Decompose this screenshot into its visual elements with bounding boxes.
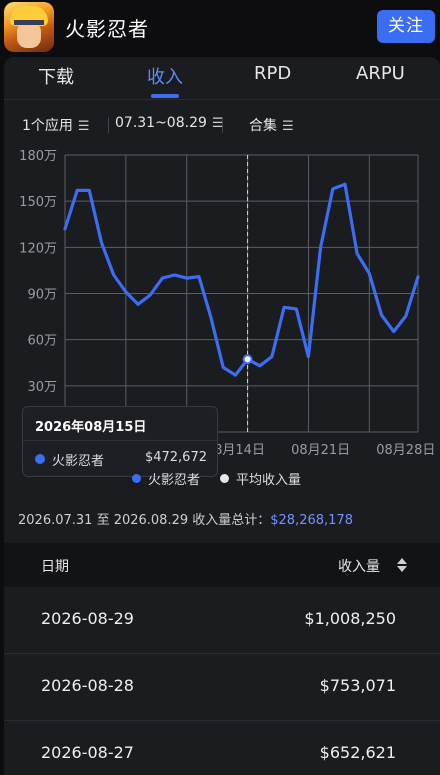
chart-tooltip: 2026年08月15日 火影忍者 $472,672 bbox=[22, 406, 218, 477]
table-row[interactable]: 2026-08-28 $753,071 bbox=[4, 654, 440, 721]
column-header-revenue[interactable]: 收入量 bbox=[338, 556, 380, 576]
tooltip-series-name: 火影忍者 bbox=[52, 454, 105, 469]
y-tick-label: 30万 bbox=[27, 380, 57, 395]
tooltip-series-dot bbox=[35, 454, 45, 464]
group-label: 合集 bbox=[249, 118, 277, 134]
x-tick-label: 08月21日 bbox=[291, 443, 350, 458]
table-row[interactable]: 2026-08-29 $1,008,250 bbox=[4, 587, 440, 654]
tab-arpu[interactable]: ARPU bbox=[356, 63, 405, 84]
row-revenue: $753,071 bbox=[319, 676, 396, 695]
row-revenue: $1,008,250 bbox=[304, 609, 396, 628]
metric-tabs: 下载 收入 RPD ARPU bbox=[4, 57, 440, 100]
tab-rpd[interactable]: RPD bbox=[254, 63, 291, 84]
app-count-filter[interactable]: 1个应用 ☰ bbox=[22, 115, 90, 135]
app-title: 火影忍者 bbox=[65, 17, 149, 41]
highlighted-point bbox=[242, 354, 253, 365]
tooltip-value: $472,672 bbox=[144, 450, 207, 465]
app-icon[interactable] bbox=[4, 2, 54, 52]
row-date: 2026-08-28 bbox=[41, 676, 134, 695]
legend-average-label[interactable]: 平均收入量 bbox=[236, 469, 301, 488]
main-panel: 下载 收入 RPD ARPU 1个应用 ☰ 07.31~08.29 ☰ 合集 ☰ 18… bbox=[4, 57, 440, 775]
series-line bbox=[63, 182, 420, 377]
column-header-date: 日期 bbox=[41, 559, 69, 575]
summary-text: 2026.07.31 至 2026.08.29 收入量总计： bbox=[18, 513, 271, 528]
menu-icon: ☰ bbox=[77, 119, 90, 134]
date-range-filter[interactable]: 07.31~08.29 ☰ bbox=[115, 115, 224, 131]
tab-revenue[interactable]: 收入 bbox=[147, 63, 183, 89]
row-revenue: $652,621 bbox=[319, 743, 396, 762]
filter-bar: 1个应用 ☰ 07.31~08.29 ☰ 合集 ☰ bbox=[4, 109, 440, 139]
tab-downloads[interactable]: 下载 bbox=[38, 63, 74, 89]
menu-icon: ☰ bbox=[282, 119, 294, 134]
follow-button[interactable]: 关注 bbox=[377, 10, 435, 43]
row-date: 2026-08-29 bbox=[41, 609, 134, 628]
divider bbox=[108, 117, 109, 133]
tooltip-date: 2026年08月15日 bbox=[35, 420, 147, 435]
revenue-summary: 2026.07.31 至 2026.08.29 收入量总计：$28,268,17… bbox=[18, 509, 353, 528]
summary-total: $28,268,178 bbox=[270, 513, 353, 528]
table-header: 日期 收入量 bbox=[4, 543, 440, 587]
y-tick-label: 90万 bbox=[27, 288, 57, 303]
legend-series-label[interactable]: 火影忍者 bbox=[148, 469, 200, 488]
app-count-label: 1个应用 bbox=[22, 118, 73, 134]
sort-icon[interactable] bbox=[396, 556, 408, 574]
row-date: 2026-08-27 bbox=[41, 743, 134, 762]
legend-dot-series bbox=[132, 474, 141, 483]
y-tick-label: 180万 bbox=[19, 149, 57, 164]
date-range-label: 07.31~08.29 bbox=[115, 115, 207, 131]
app-header: 火影忍者 关注 bbox=[0, 0, 440, 52]
y-tick-label: 150万 bbox=[19, 195, 57, 210]
chart-legend: 火影忍者 平均收入量 bbox=[132, 469, 432, 489]
y-tick-label: 120万 bbox=[19, 241, 57, 256]
legend-dot-average bbox=[220, 474, 229, 483]
x-tick-label: 08月28日 bbox=[376, 443, 435, 458]
divider bbox=[222, 117, 223, 133]
y-tick-label: 60万 bbox=[27, 334, 57, 349]
group-filter[interactable]: 合集 ☰ bbox=[249, 115, 294, 135]
active-tab-indicator bbox=[151, 94, 179, 98]
table-row[interactable]: 2026-08-27 $652,621 bbox=[4, 721, 440, 775]
